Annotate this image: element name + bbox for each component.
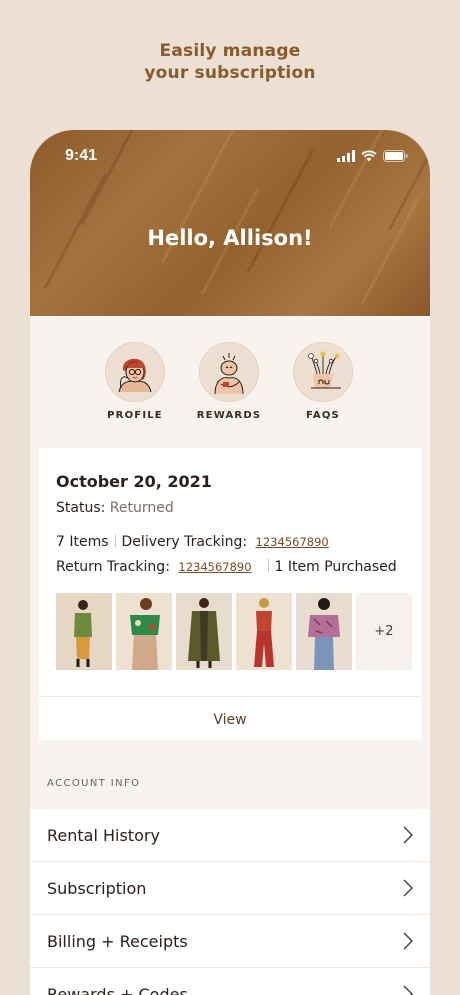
chevron-right-icon <box>403 826 413 844</box>
signal-icon <box>337 150 355 162</box>
delivery-tracking-label: Delivery Tracking: <box>121 534 248 550</box>
chevron-right-icon <box>403 985 413 995</box>
view-order-button[interactable]: View <box>39 712 421 728</box>
headline-line-1: Easily manage <box>159 41 301 61</box>
headline: Easily manage your subscription <box>0 40 460 84</box>
divider <box>267 559 269 572</box>
divider <box>39 696 421 697</box>
rewards-illustration-icon <box>214 353 244 395</box>
chevron-right-icon <box>403 932 413 950</box>
item-thumbnail[interactable] <box>116 593 172 670</box>
hero-banner: 9:41 Hello, Allison! <box>30 130 430 316</box>
item-thumbnails: +2 <box>56 593 412 670</box>
account-menu: Rental History Subscription Billing + Re… <box>30 809 430 995</box>
menu-item-label: Rewards + Codes <box>47 984 188 995</box>
wifi-icon <box>361 150 377 162</box>
menu-item-label: Subscription <box>47 878 147 898</box>
greeting: Hello, Allison! <box>147 226 313 250</box>
chevron-right-icon <box>403 879 413 897</box>
order-date: October 20, 2021 <box>56 472 212 491</box>
shortcut-profile[interactable]: PROFILE <box>90 342 180 421</box>
order-status: Status: Returned <box>56 500 174 516</box>
menu-item-rewards-codes[interactable]: Rewards + Codes <box>30 968 430 995</box>
delivery-row: 7 Items Delivery Tracking: 1234567890 <box>56 534 329 550</box>
shortcut-row: PROFILE REWARDS FAQS <box>30 342 430 432</box>
status-bar: 9:41 <box>65 146 408 166</box>
shortcut-label: REWARDS <box>196 410 262 421</box>
divider <box>114 534 116 547</box>
items-purchased: 1 Item Purchased <box>274 559 397 575</box>
headline-line-2: your subscription <box>144 63 316 83</box>
status-label: Status: <box>56 500 106 516</box>
status-time: 9:41 <box>65 147 98 164</box>
item-thumbnail[interactable] <box>236 593 292 670</box>
status-value: Returned <box>109 500 174 516</box>
item-thumbnail[interactable] <box>296 593 352 670</box>
account-info-heading: ACCOUNT INFO <box>47 778 141 789</box>
delivery-tracking-link[interactable]: 1234567890 <box>256 535 329 549</box>
menu-item-subscription[interactable]: Subscription <box>30 862 430 915</box>
return-tracking-link[interactable]: 1234567890 <box>178 560 251 574</box>
menu-item-label: Rental History <box>47 825 160 845</box>
phone-screen: 9:41 Hello, Allison! PROFILE REWARDS FAQ… <box>30 130 430 995</box>
items-count: 7 Items <box>56 534 109 550</box>
item-thumbnail[interactable] <box>56 593 112 670</box>
battery-icon <box>383 150 408 162</box>
return-row: Return Tracking: 1234567890 1 Item Purcha… <box>56 559 397 575</box>
shortcut-faqs[interactable]: FAQS <box>278 342 368 421</box>
shortcut-label: PROFILE <box>107 410 163 421</box>
profile-illustration-icon <box>118 358 152 393</box>
shortcut-rewards[interactable]: REWARDS <box>184 342 274 421</box>
menu-item-billing-receipts[interactable]: Billing + Receipts <box>30 915 430 968</box>
shortcut-label: FAQS <box>306 410 340 421</box>
order-card[interactable]: October 20, 2021 Status: Returned 7 Item… <box>39 448 421 740</box>
item-thumbnail[interactable] <box>176 593 232 670</box>
return-tracking-label: Return Tracking: <box>56 559 170 575</box>
menu-item-rental-history[interactable]: Rental History <box>30 809 430 862</box>
more-items-tile[interactable]: +2 <box>356 593 412 670</box>
faqs-illustration-icon <box>308 351 341 389</box>
menu-item-label: Billing + Receipts <box>47 931 188 951</box>
